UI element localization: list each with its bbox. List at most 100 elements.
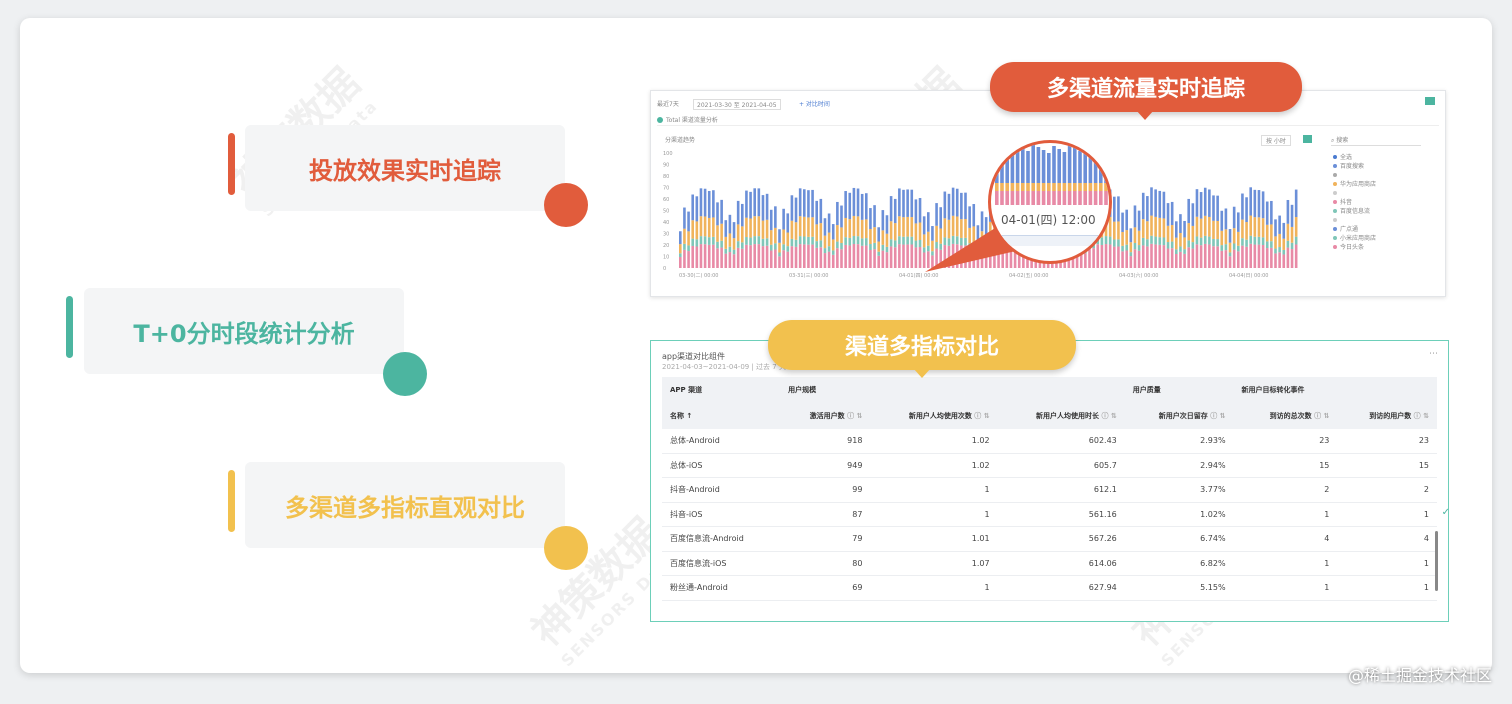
bar-segment [724,236,728,249]
legend-item[interactable] [1333,189,1433,198]
bar-segment [1253,217,1257,237]
table-row[interactable]: 总体-iOS 949 1.02 605.7 2.94% 15 15 [662,453,1437,478]
legend-item[interactable]: 小米应用商店 [1333,234,1433,243]
sort-icon[interactable]: ⓘ ⇅ [972,412,989,420]
bar-segment [1154,236,1157,245]
bar-segment [823,253,827,268]
zoom-time-label: 04-01(四) 12:00 [1001,213,1096,227]
bar-segment [943,191,947,219]
bar-segment [728,214,732,234]
bar-segment [840,249,843,268]
bar-segment [1199,237,1203,246]
bar-segment [885,246,889,253]
more-icon[interactable]: ⋯ [1429,349,1438,359]
bar-segment [811,244,814,268]
bar-segment [1282,238,1286,250]
bar-segment [989,246,992,268]
bar-segment [976,255,980,268]
table-title: app渠道对比组件 [662,352,726,361]
legend-swatch [1333,155,1337,159]
table-cell: 1.02 [870,453,998,478]
legend-item[interactable] [1333,216,1433,225]
bar-segment [1294,236,1298,245]
bar-segment [873,249,876,268]
zoom-bar-segment [1057,149,1061,183]
legend-item[interactable]: 广点通 [1333,225,1433,234]
bar-segment [1150,235,1153,244]
legend-item[interactable]: 华为应用商店 [1333,180,1433,189]
column-header[interactable]: 新用户次日留存 ⓘ ⇅ [1124,403,1234,429]
bar-segment [1137,245,1141,251]
bar-segment [745,244,748,268]
legend-item[interactable]: 百度搜索 [1333,162,1433,171]
bar-segment [1158,237,1162,245]
column-header[interactable]: 到访的用户数 ⓘ ⇅ [1337,403,1437,429]
bar-segment [877,251,880,256]
column-header[interactable]: 到访的总次数 ⓘ ⇅ [1233,403,1338,429]
table-row[interactable]: 总体-Android 918 1.02 602.43 2.93% 23 23 [662,429,1437,454]
date-preset-select[interactable]: 最近7天 [657,99,679,108]
sort-icon[interactable]: ⓘ ⇅ [1099,412,1116,420]
bar-segment [1141,237,1145,246]
sort-icon[interactable]: ⓘ ⇅ [1312,412,1329,420]
bar-segment [1274,253,1277,268]
bar-segment [831,239,835,251]
bar-segment [1170,225,1174,242]
zoom-bar-segment [1041,183,1046,191]
bar-segment [1228,256,1232,268]
legend-item[interactable]: 抖音 [1333,198,1433,207]
bar-segment [1265,241,1269,249]
table-cell: 1 [870,477,998,503]
table-cell: 1 [1337,502,1437,527]
legend-item[interactable]: 今日头条 [1333,243,1433,252]
chart-type-toggle[interactable] [1303,135,1312,143]
bar-segment [964,219,967,238]
bar-segment [1224,208,1228,230]
bar-segment [811,236,814,245]
bar-segment [1166,225,1170,243]
compare-time-link[interactable]: + 对比时间 [799,99,830,108]
table-row[interactable]: 抖音-iOS 87 1 561.16 1.02% 1 1 [662,502,1437,527]
bar-segment [1245,239,1248,247]
bar-segment [741,203,744,227]
zoom-bar-segment [1078,183,1082,191]
sort-icon[interactable]: ⓘ ⇅ [845,412,862,420]
legend-search-input[interactable]: ⌕ 搜索 [1331,135,1421,146]
bar-segment [852,215,856,236]
bar-segment [877,241,880,252]
bar-segment [679,256,682,268]
bar-segment [947,245,951,268]
legend-item[interactable]: 百度信息流 [1333,207,1433,216]
sort-icon[interactable]: ⓘ ⇅ [1411,412,1429,420]
bar-segment [728,233,732,247]
table-row[interactable]: 百度信息流-Android 79 1.01 567.26 6.74% 4 4 [662,526,1437,552]
bar-segment [1113,221,1116,240]
bar-segment [873,242,876,250]
table-row[interactable]: 抖音-Android 99 1 612.1 3.77% 2 2 [662,477,1437,503]
bar-segment [980,251,984,268]
table-scrollbar[interactable] [1435,531,1438,591]
legend-item[interactable] [1333,171,1433,180]
sort-icon[interactable]: ⓘ ⇅ [1208,412,1225,420]
bar-segment [1237,231,1240,246]
bar-segment [745,190,748,218]
table-row[interactable]: 粉丝通-Android 69 1 627.94 5.15% 1 1 [662,575,1437,601]
bar-segment [865,219,868,239]
date-range-picker[interactable]: 2021-03-30 至 2021-04-05 [693,99,781,110]
chart-view-toggle[interactable] [1425,97,1435,105]
column-header[interactable]: 名称 ↑ [662,403,781,429]
bar-segment [1121,212,1124,232]
table-cell: 4 [1337,526,1437,552]
column-header[interactable]: 新用户人均使用时长 ⓘ ⇅ [997,403,1125,429]
bar-segment [699,188,703,217]
bar-segment [955,236,959,245]
bar-segment [1224,229,1228,245]
column-header[interactable]: 新用户人均使用次数 ⓘ ⇅ [870,403,998,429]
table-row[interactable]: 百度信息流-iOS 80 1.07 614.06 6.82% 1 1 [662,551,1437,576]
column-header[interactable]: 激活用户数 ⓘ ⇅ [780,403,871,429]
legend-item[interactable]: 全选 [1333,153,1433,162]
bar-segment [753,188,756,217]
bar-segment [1249,187,1252,216]
bar-segment [910,244,914,268]
zoom-bar-segment [1015,183,1020,191]
